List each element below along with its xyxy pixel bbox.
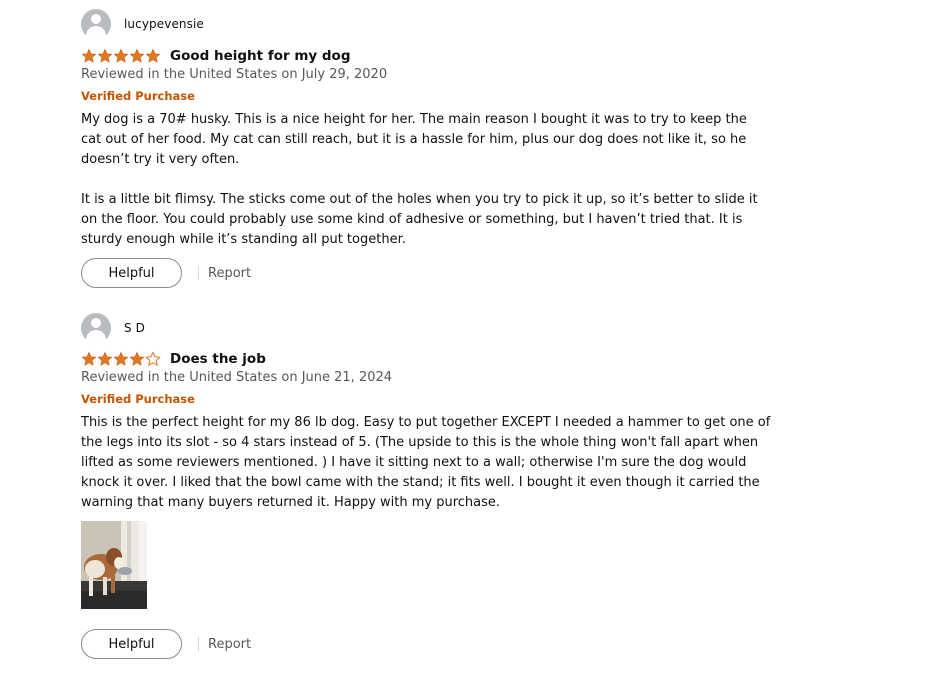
divider	[198, 266, 199, 280]
avatar-icon[interactable]	[81, 313, 111, 343]
review-paragraph: This is the perfect height for my 86 lb …	[81, 415, 771, 510]
review-title-row: Good height for my dog	[81, 46, 351, 66]
review-date: Reviewed in the United States on June 21…	[81, 370, 393, 385]
review-date: Reviewed in the United States on July 29…	[81, 67, 388, 82]
star-filled-icon	[113, 351, 129, 366]
review-body: This is the perfect height for my 86 lb …	[81, 413, 771, 513]
review-actions: Helpful Report	[81, 629, 251, 659]
review-title-row: Does the job	[81, 349, 266, 369]
divider	[198, 637, 199, 651]
star-filled-icon	[129, 351, 145, 366]
reviewer-name[interactable]: S D	[124, 321, 145, 335]
report-link[interactable]: Report	[208, 266, 251, 281]
star-filled-icon	[81, 48, 97, 63]
review-paragraph: My dog is a 70# husky. This is a nice he…	[81, 112, 747, 167]
report-link[interactable]: Report	[208, 637, 251, 652]
star-rating[interactable]	[81, 351, 161, 367]
reviewer-name[interactable]: lucypevensie	[124, 17, 204, 31]
star-rating[interactable]	[81, 48, 161, 64]
review-image-thumbnail[interactable]	[81, 521, 147, 609]
review-title[interactable]: Does the job	[170, 351, 266, 367]
avatar-icon[interactable]	[81, 9, 111, 39]
review-actions: Helpful Report	[81, 258, 251, 288]
review-paragraph: It is a little bit flimsy. The sticks co…	[81, 192, 758, 247]
reviewer-profile[interactable]: lucypevensie	[81, 9, 204, 39]
star-outline-icon	[145, 351, 161, 366]
verified-purchase-badge: Verified Purchase	[81, 392, 195, 406]
helpful-button[interactable]: Helpful	[81, 629, 182, 659]
helpful-button[interactable]: Helpful	[81, 258, 182, 288]
reviewer-profile[interactable]: S D	[81, 313, 145, 343]
star-filled-icon	[97, 48, 113, 63]
star-filled-icon	[113, 48, 129, 63]
star-filled-icon	[129, 48, 145, 63]
verified-purchase-badge: Verified Purchase	[81, 89, 195, 103]
star-filled-icon	[97, 351, 113, 366]
dog-photo	[81, 521, 147, 609]
review-title[interactable]: Good height for my dog	[170, 48, 351, 64]
review-body: My dog is a 70# husky. This is a nice he…	[81, 110, 771, 250]
star-filled-icon	[145, 48, 161, 63]
star-filled-icon	[81, 351, 97, 366]
